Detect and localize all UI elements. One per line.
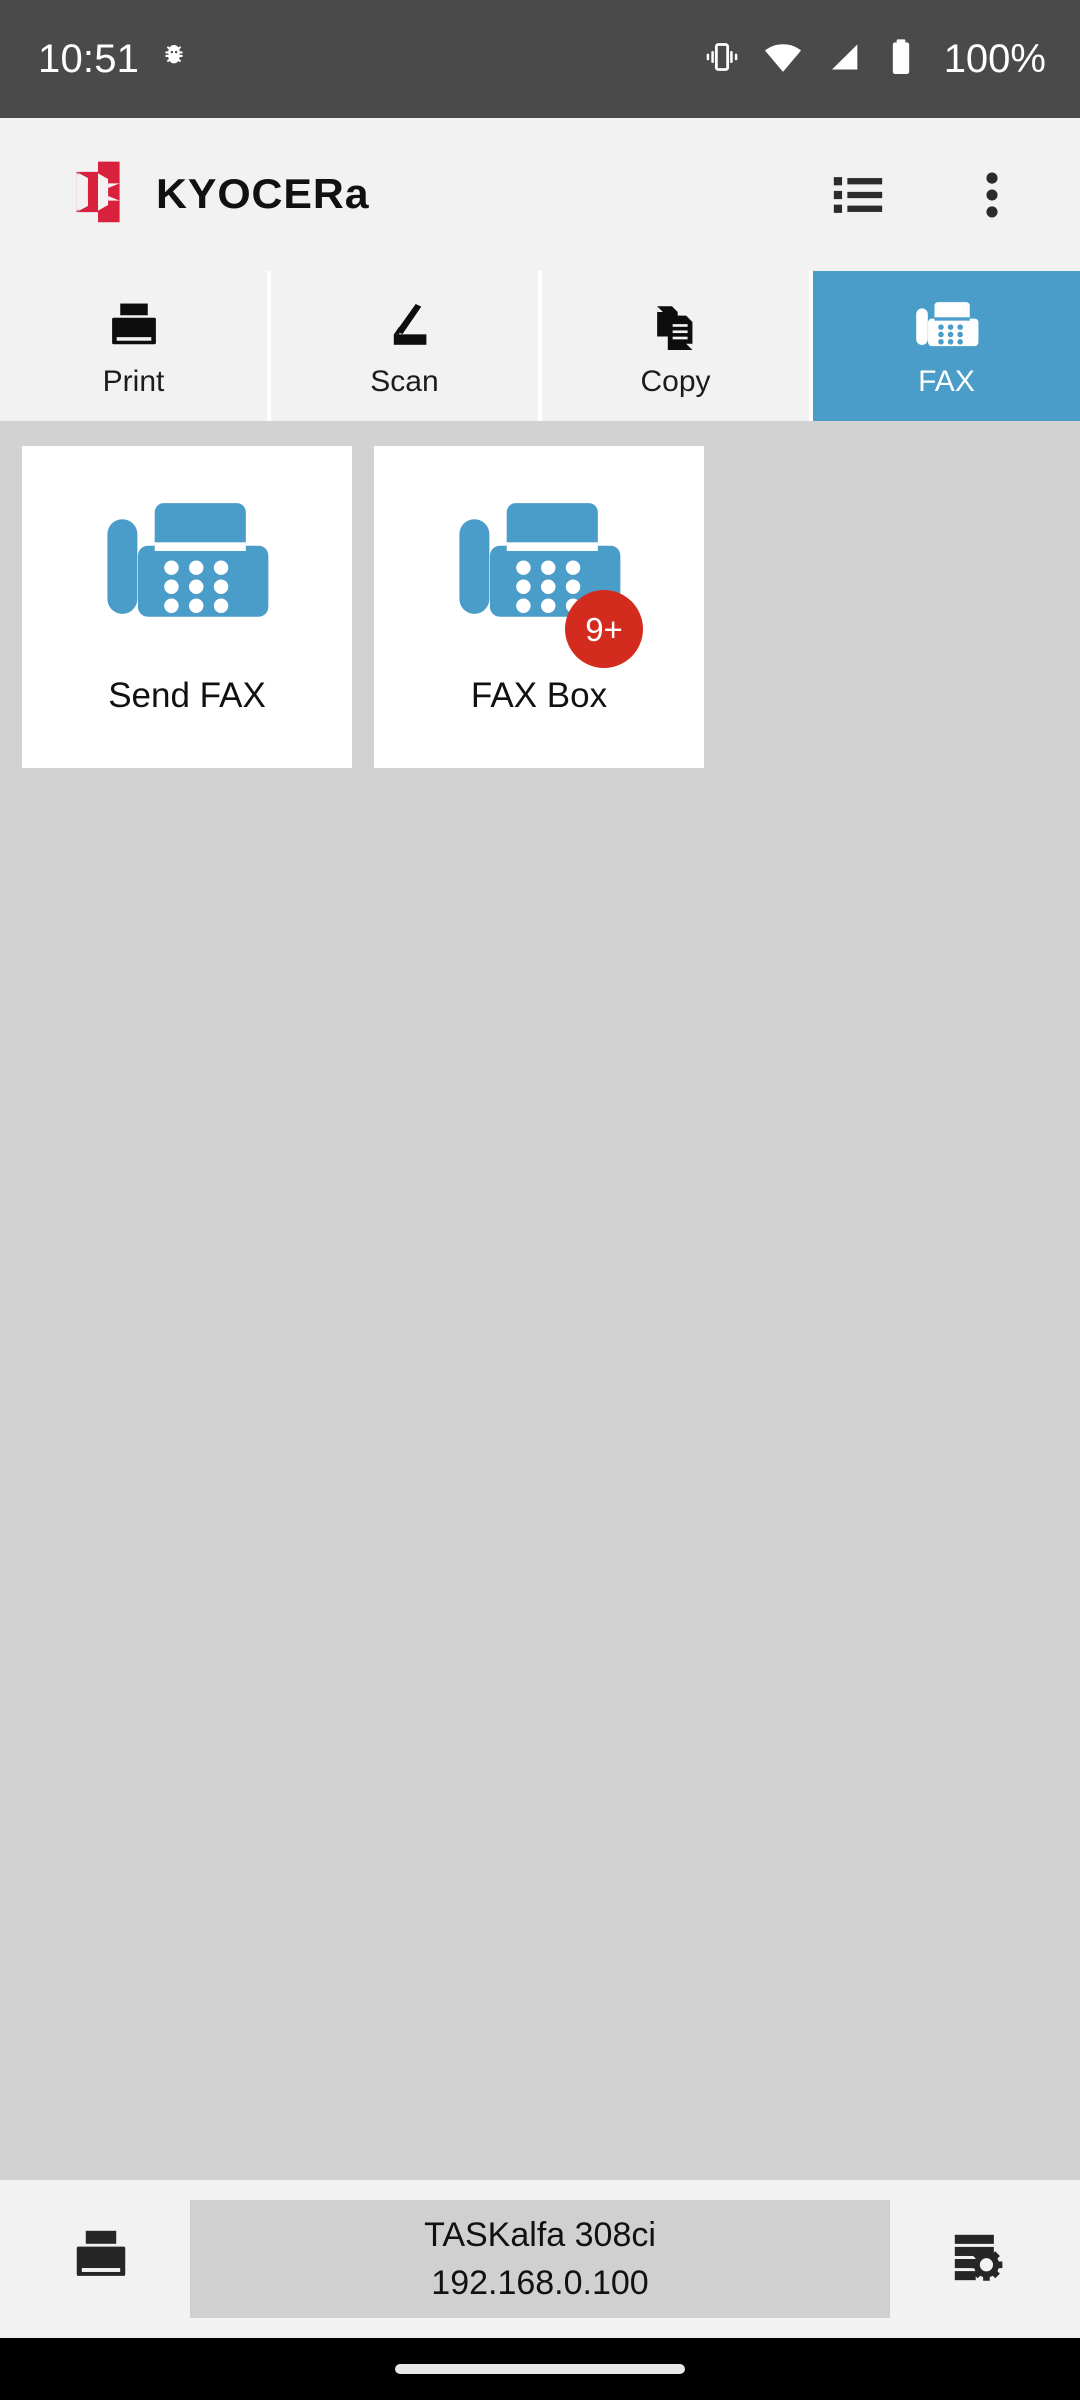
kyocera-mark-icon — [62, 156, 134, 233]
svg-text:KYOCERa: KYOCERa — [156, 171, 369, 217]
printer-icon[interactable] — [36, 2228, 166, 2290]
fax-box-unread-badge: 9+ — [565, 590, 643, 668]
kyocera-wordmark: KYOCERa — [156, 170, 408, 219]
status-bar-clock: 10:51 — [38, 37, 140, 81]
kyocera-logo: KYOCERa — [62, 156, 408, 233]
list-view-icon[interactable] — [826, 163, 890, 227]
device-name-label: TASKalfa 308ci — [424, 2216, 656, 2254]
device-ip-label: 192.168.0.100 — [431, 2264, 649, 2302]
cellular-signal-icon — [824, 37, 864, 82]
scanner-icon — [374, 295, 436, 357]
tab-fax[interactable]: FAX — [813, 271, 1080, 421]
tab-label-copy: Copy — [640, 365, 711, 398]
status-bar: 10:51 100% — [0, 0, 1080, 118]
card-label-send-fax: Send FAX — [108, 676, 266, 715]
tab-scan[interactable]: Scan — [271, 271, 542, 421]
system-navigation-bar — [0, 2338, 1080, 2400]
selected-device-button[interactable]: TASKalfa 308ci 192.168.0.100 — [190, 2200, 890, 2318]
vibrate-icon — [702, 37, 742, 82]
device-settings-icon[interactable] — [914, 2226, 1044, 2292]
battery-percent-label: 100% — [943, 37, 1046, 81]
fax-function-grid: Send FAX 9+ FAX Box — [22, 446, 1080, 768]
fax-machine-icon — [99, 495, 275, 650]
tab-copy[interactable]: Copy — [542, 271, 813, 421]
tab-label-scan: Scan — [370, 365, 439, 398]
battery-icon — [884, 37, 918, 82]
main-tab-bar: Print Scan Copy FAX — [0, 271, 1080, 421]
app-bar-actions — [826, 163, 1040, 227]
send-fax-icon-wrap — [87, 488, 287, 656]
copy-documents-icon — [646, 295, 706, 357]
status-bar-right: 100% — [702, 36, 1046, 83]
app-screen: 10:51 100% KYOCERa Print Scan Copy FAX S… — [0, 0, 1080, 2400]
tab-label-fax: FAX — [918, 365, 975, 398]
wifi-icon — [762, 36, 804, 83]
fax-box-icon-wrap: 9+ — [439, 488, 643, 668]
bug-icon — [157, 40, 191, 79]
card-label-fax-box: FAX Box — [470, 676, 608, 715]
tab-label-print: Print — [102, 365, 165, 398]
overflow-menu-icon[interactable] — [960, 163, 1024, 227]
fax-machine-icon — [913, 295, 981, 357]
card-send-fax[interactable]: Send FAX — [22, 446, 352, 768]
app-bar: KYOCERa — [0, 118, 1080, 271]
home-indicator[interactable] — [395, 2364, 685, 2374]
content-area: Send FAX 9+ FAX Box — [0, 421, 1080, 2180]
card-fax-box[interactable]: 9+ FAX Box — [374, 446, 704, 768]
printer-icon — [103, 295, 165, 357]
status-bar-left: 10:51 — [38, 39, 191, 79]
tab-print[interactable]: Print — [0, 271, 271, 421]
bottom-bar: TASKalfa 308ci 192.168.0.100 — [0, 2180, 1080, 2338]
